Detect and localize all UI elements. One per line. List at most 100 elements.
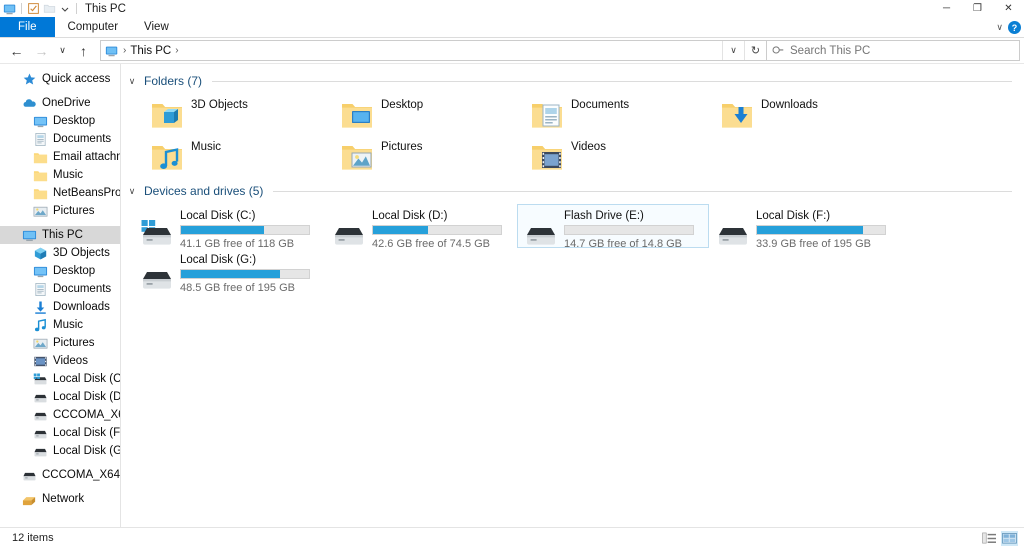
drive-info: Local Disk (C:)41.1 GB free of 118 GB [180,209,320,250]
sidebar-item-quick-access[interactable]: Quick access [0,70,120,88]
breadcrumb[interactable]: › This PC › ∨ ↻ [100,40,767,61]
3d-objects-icon [33,246,48,261]
drive-capacity-fill [181,270,280,278]
sidebar-item-music[interactable]: Music [0,316,120,334]
up-button[interactable]: ↑ [71,39,96,62]
maximize-button[interactable]: ❐ [962,0,993,17]
sidebar-item-pictures[interactable]: Pictures [0,202,120,220]
chevron-down-icon[interactable]: ∨ [996,22,1003,33]
folder-tile[interactable]: Pictures [333,136,523,178]
view-toggle-group [981,531,1018,546]
this-pc-icon[interactable] [2,1,18,17]
search-box[interactable]: Search This PC [767,40,1020,61]
sidebar-item-label: Downloads [53,301,110,313]
explorer-body: Quick accessOneDriveDesktopDocumentsEmai… [0,63,1024,527]
breadcrumb-path[interactable]: › This PC › [101,44,722,58]
pictures-icon [33,204,48,219]
drive-capacity-fill [565,226,566,234]
large-icons-view-icon[interactable] [1001,531,1018,546]
sidebar-item-local-disk-f[interactable]: Local Disk (F:) [0,424,120,442]
drive-tile[interactable]: Local Disk (G:)48.5 GB free of 195 GB [133,248,325,292]
sidebar-item-label: Documents [53,133,111,145]
sidebar-item-music[interactable]: Music [0,166,120,184]
sidebar-item-pictures[interactable]: Pictures [0,334,120,352]
chevron-down-icon[interactable]: ∨ [126,76,138,87]
drive-tile[interactable]: Local Disk (F:)33.9 GB free of 195 GB [709,204,901,248]
drive-tile[interactable]: Local Disk (C:)41.1 GB free of 118 GB [133,204,325,248]
folder-tile[interactable]: Videos [523,136,713,178]
tab-view[interactable]: View [131,17,182,37]
folder-documents-icon [531,98,563,130]
folder-3d-objects-icon [151,98,183,130]
sidebar-item-label: CCCOMA_X64FRE_E [53,409,120,421]
help-icon[interactable]: ? [1008,21,1021,34]
sidebar-item-downloads[interactable]: Downloads [0,298,120,316]
folder-tile[interactable]: 3D Objects [143,94,333,136]
drive-tile[interactable]: Local Disk (D:)42.6 GB free of 74.5 GB [325,204,517,248]
drives-group-header[interactable]: ∨ Devices and drives (5) [121,182,1024,200]
content-pane[interactable]: ∨ Folders (7) 3D ObjectsDesktopDocuments… [121,64,1024,527]
sidebar-item-local-disk-g[interactable]: Local Disk (G:) [0,442,120,460]
chevron-down-icon[interactable]: ∨ [126,186,138,197]
sidebar-item-desktop[interactable]: Desktop [0,262,120,280]
breadcrumb-dropdown-icon[interactable]: ∨ [722,41,744,60]
videos-icon [33,354,48,369]
sidebar-item-local-disk-d[interactable]: Local Disk (D:) [0,388,120,406]
system-drive-icon [33,372,48,387]
sidebar-item-documents[interactable]: Documents [0,130,120,148]
drive-icon [332,217,366,251]
star-icon [22,72,37,87]
folder-tile[interactable]: Desktop [333,94,523,136]
this-pc-icon [22,228,37,243]
sidebar-item-onedrive[interactable]: OneDrive [0,94,120,112]
sidebar-item-3d-objects[interactable]: 3D Objects [0,244,120,262]
sidebar-item-email-attachments[interactable]: Email attachments [0,148,120,166]
sidebar-item-local-disk-c[interactable]: Local Disk (C:) [0,370,120,388]
tab-file[interactable]: File [0,17,55,37]
folder-icon [33,150,48,165]
drive-info: Local Disk (F:)33.9 GB free of 195 GB [756,209,896,250]
drives-grid: Local Disk (C:)41.1 GB free of 118 GBLoc… [121,200,1024,292]
sidebar-item-desktop[interactable]: Desktop [0,112,120,130]
folder-tile[interactable]: Downloads [713,94,903,136]
close-button[interactable]: ✕ [993,0,1024,17]
window-controls: ─ ❐ ✕ [931,0,1024,17]
back-button[interactable]: ← [4,39,29,62]
music-icon [33,318,48,333]
customize-dropdown-icon[interactable] [57,1,73,17]
folders-grid: 3D ObjectsDesktopDocumentsDownloads Music… [121,90,1024,178]
sidebar-item-this-pc[interactable]: This PC [0,226,120,244]
drive-tile[interactable]: Flash Drive (E:)14.7 GB free of 14.8 GB [517,204,709,248]
sidebar-item-netbeansprojects[interactable]: NetBeansProjects [0,184,120,202]
sidebar-item-network[interactable]: Network [0,490,120,508]
sidebar-item-cccoma-x64fre-e[interactable]: CCCOMA_X64FRE_E [0,406,120,424]
drive-info: Flash Drive (E:)14.7 GB free of 14.8 GB [564,209,704,250]
breadcrumb-item-this-pc[interactable]: This PC [130,45,171,57]
recent-locations-icon[interactable]: ∨ [54,39,71,62]
tab-computer[interactable]: Computer [55,17,132,37]
navigation-pane[interactable]: Quick accessOneDriveDesktopDocumentsEmai… [0,64,121,527]
drive-capacity-fill [181,226,264,234]
minimize-button[interactable]: ─ [931,0,962,17]
sidebar-item-videos[interactable]: Videos [0,352,120,370]
folder-videos-icon [531,140,563,172]
refresh-icon[interactable]: ↻ [744,41,766,60]
sidebar-item-documents[interactable]: Documents [0,280,120,298]
folders-group-header[interactable]: ∨ Folders (7) [121,72,1024,90]
this-pc-icon [105,44,119,58]
folder-tile[interactable]: Music [143,136,333,178]
new-folder-icon[interactable] [41,1,57,17]
properties-icon[interactable] [25,1,41,17]
details-view-icon[interactable] [981,531,998,546]
status-bar: 12 items [0,527,1024,548]
sidebar-item-cccoma-x64fre-en[interactable]: CCCOMA_X64FRE_EN [0,466,120,484]
drive-label: Local Disk (F:) [756,210,896,222]
breadcrumb-separator-trailing[interactable]: › [174,45,179,56]
search-input[interactable]: Search This PC [790,45,870,57]
system-drive-icon [140,217,174,251]
title-bar: This PC ─ ❐ ✕ [0,0,1024,17]
folder-downloads-icon [721,98,753,130]
downloads-icon [33,300,48,315]
folder-tile[interactable]: Documents [523,94,713,136]
address-bar: ← → ∨ ↑ › This PC › ∨ ↻ Search This PC [0,38,1024,63]
